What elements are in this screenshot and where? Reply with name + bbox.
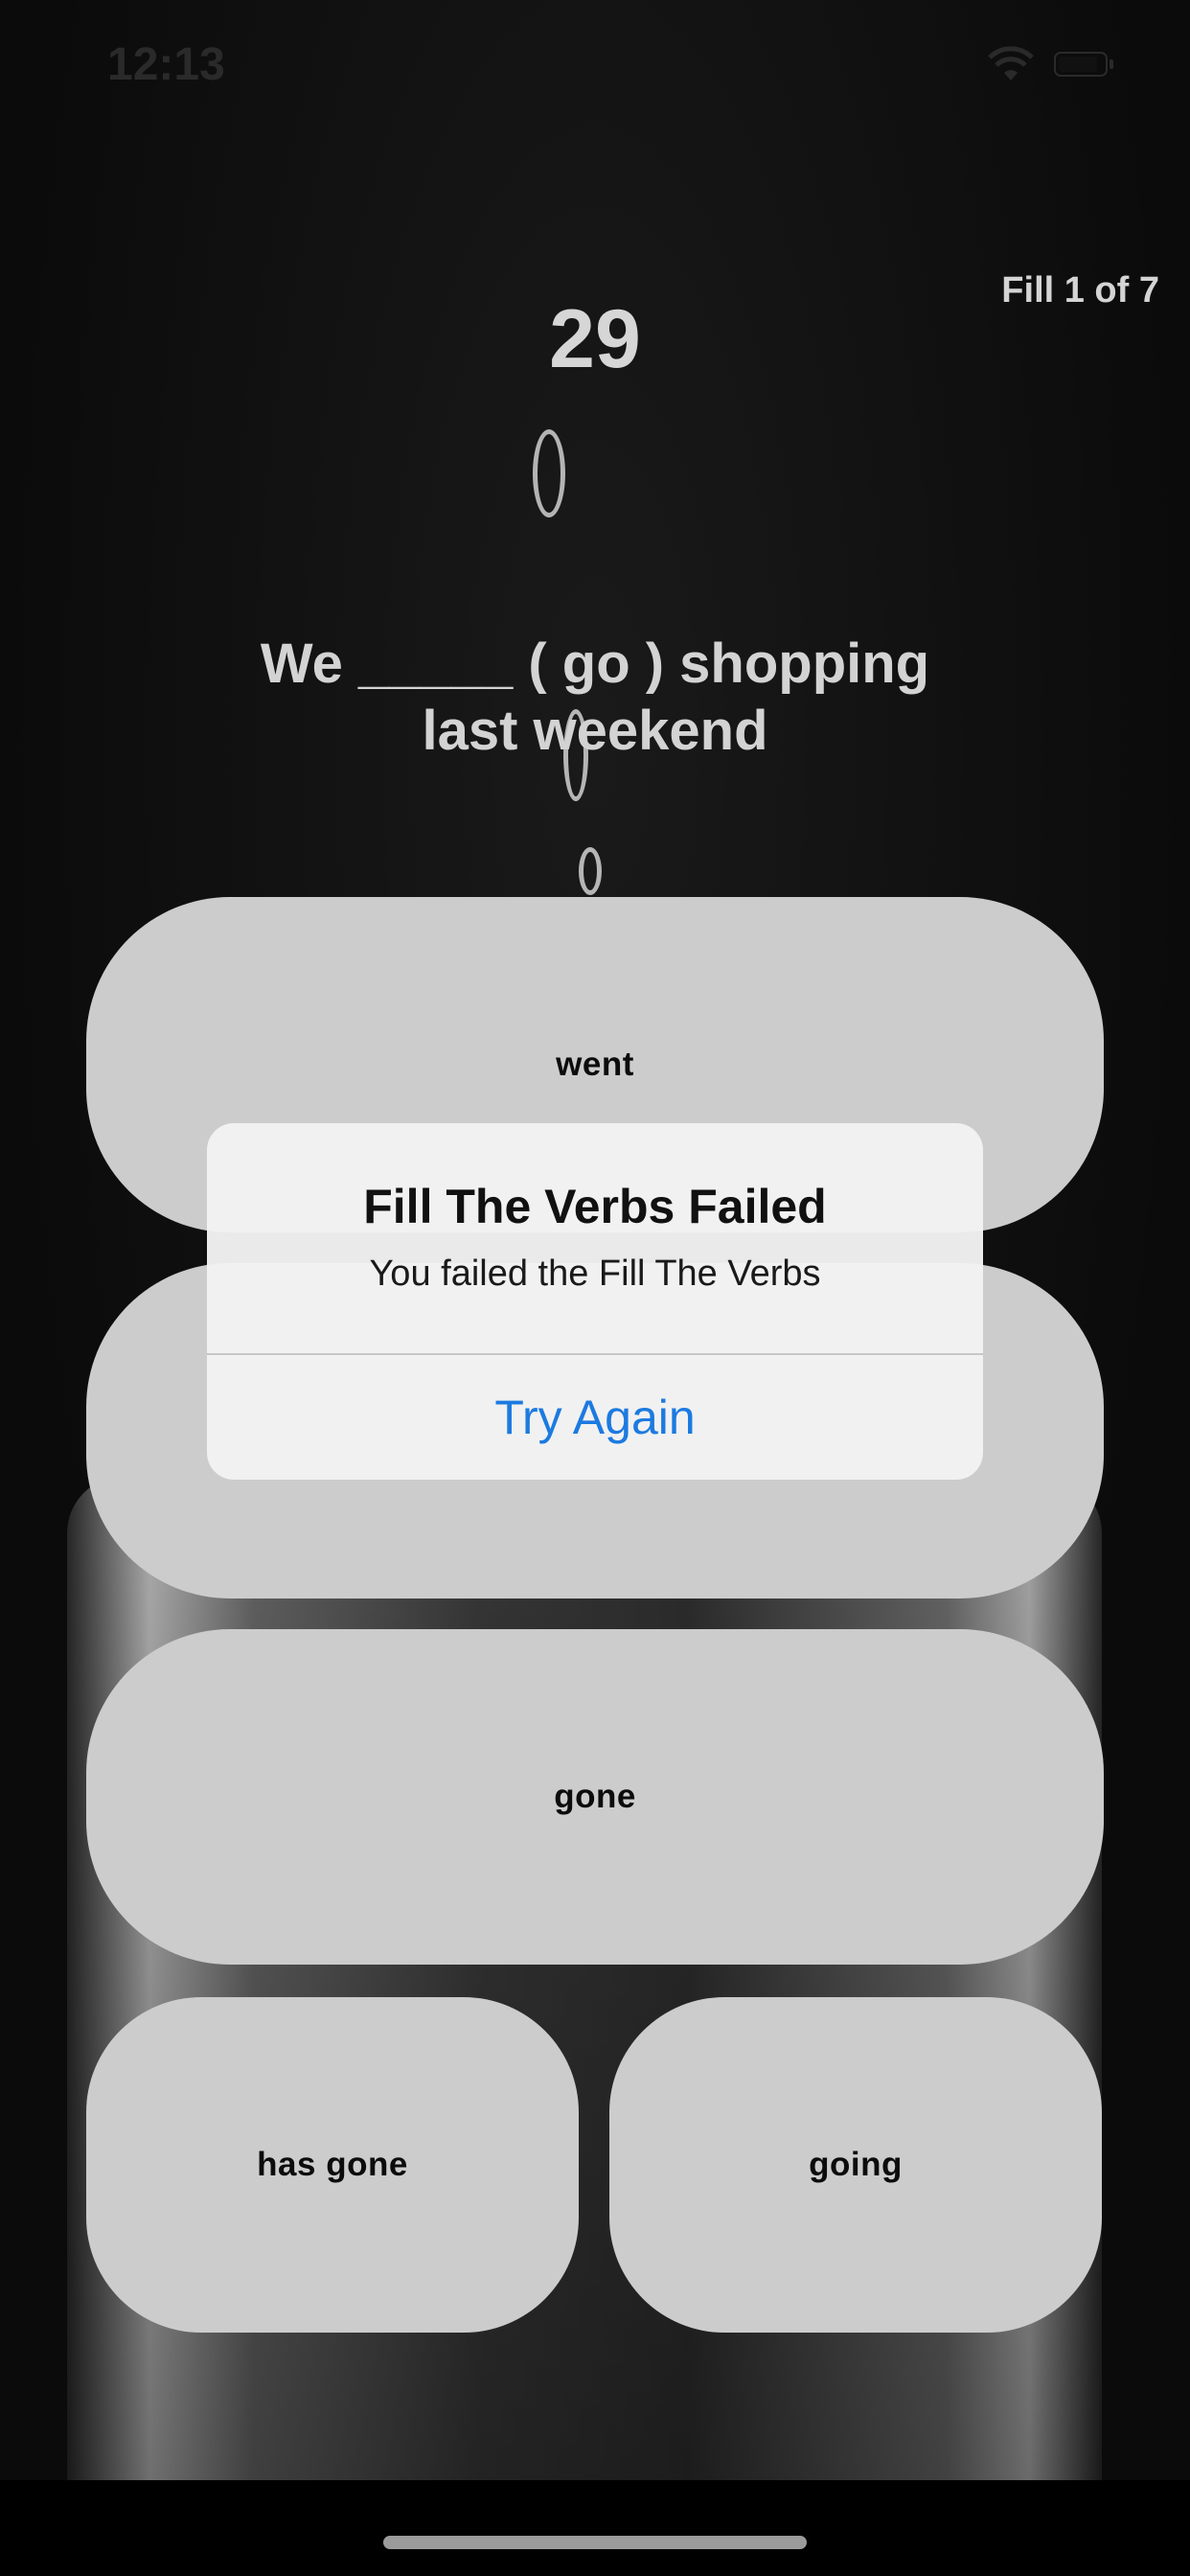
alert-message: You failed the Fill The Verbs (369, 1254, 821, 1294)
home-indicator[interactable] (383, 2536, 807, 2549)
failure-alert: Fill The Verbs Failed You failed the Fil… (207, 1123, 983, 1480)
status-time: 12:13 (107, 39, 225, 90)
battery-tip (1110, 59, 1113, 69)
battery-icon (1054, 52, 1108, 77)
answer-option-4[interactable]: has gone (86, 1997, 579, 2333)
answer-option-3[interactable]: gone (86, 1629, 1104, 1965)
answer-option-5[interactable]: going (609, 1997, 1102, 2333)
wifi-icon (988, 46, 1034, 80)
bottom-safe-area (0, 2480, 1190, 2576)
water-drop-3 (579, 847, 602, 895)
status-bar: 12:13 (0, 0, 1190, 134)
try-again-button[interactable]: Try Again (207, 1355, 983, 1480)
alert-title: Fill The Verbs Failed (363, 1180, 827, 1233)
countdown-timer: 29 (549, 293, 641, 385)
question-text: We _____ ( go ) shopping last weekend (260, 632, 930, 762)
water-drop-1 (533, 429, 565, 518)
